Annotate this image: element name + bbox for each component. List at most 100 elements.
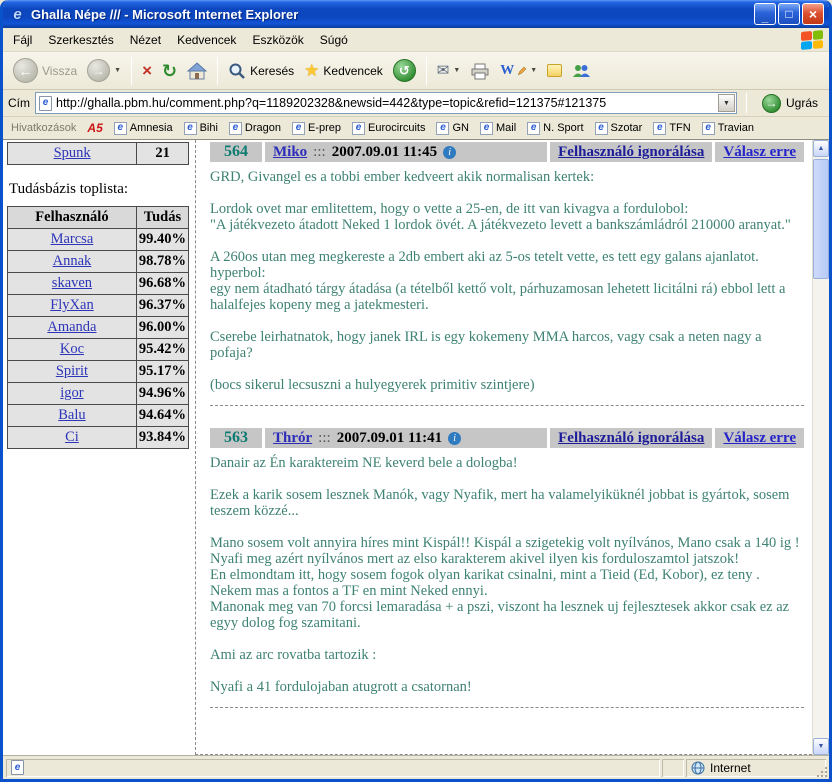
table-row: Balu94.64% xyxy=(8,405,189,427)
reply-link[interactable]: Válasz erre xyxy=(723,144,796,161)
link-item-travian[interactable]: eTravian xyxy=(702,122,754,135)
link-item-dragon[interactable]: eDragon xyxy=(229,122,281,135)
print-button[interactable] xyxy=(466,59,494,83)
scroll-up-button[interactable]: ▲ xyxy=(813,140,829,157)
table-row: Ci93.84% xyxy=(8,427,189,449)
spunk-table: Spunk 21 xyxy=(7,142,189,165)
mail-dropdown-icon[interactable]: ▼ xyxy=(453,67,460,74)
post-number: 564 xyxy=(210,142,262,162)
link-item-a5[interactable]: A5 xyxy=(87,121,102,135)
menu-tools[interactable]: Eszközök xyxy=(244,29,311,51)
user-link[interactable]: igor xyxy=(60,385,83,401)
scrollbar-track[interactable] xyxy=(813,157,829,738)
menu-file[interactable]: Fájl xyxy=(5,29,40,51)
user-link[interactable]: Marcsa xyxy=(51,231,94,247)
user-link[interactable]: FlyXan xyxy=(50,297,94,313)
close-button[interactable]: × xyxy=(802,3,824,25)
windows-logo-icon xyxy=(801,30,823,50)
author-separator: ::: xyxy=(318,430,331,447)
favorites-button[interactable]: ★ Kedvencek xyxy=(300,59,387,82)
address-input[interactable] xyxy=(56,96,714,110)
post-author-link[interactable]: Thrór xyxy=(273,430,312,447)
reply-link[interactable]: Válasz erre xyxy=(723,430,796,447)
post-datetime: 2007.09.01 11:41 xyxy=(337,430,442,447)
reply-cell: Válasz erre xyxy=(715,428,804,448)
menu-view[interactable]: Nézet xyxy=(122,29,169,51)
link-item-eprep[interactable]: eE-prep xyxy=(292,122,341,135)
link-item-tfn[interactable]: eTFN xyxy=(653,122,690,135)
toplist-title: Tudásbázis toplista: xyxy=(9,181,193,198)
link-item-bihi[interactable]: eBihi xyxy=(184,122,218,135)
column-header-user: Felhasználó xyxy=(8,207,137,229)
user-link[interactable]: Amanda xyxy=(47,319,96,335)
table-row: Annak98.78% xyxy=(8,251,189,273)
forward-icon: → xyxy=(87,59,110,82)
go-button[interactable]: → Ugrás xyxy=(756,93,824,114)
user-link[interactable]: skaven xyxy=(52,275,92,291)
post-author-link[interactable]: Miko xyxy=(273,144,307,161)
history-button[interactable]: ↺ xyxy=(389,56,420,85)
toolbar-separator xyxy=(746,93,747,113)
document-icon: e xyxy=(11,760,24,775)
messenger-icon xyxy=(572,63,590,79)
link-item-nsport[interactable]: eN. Sport xyxy=(527,122,583,135)
link-favicon-icon: e xyxy=(702,122,715,135)
messenger-button[interactable] xyxy=(568,60,594,82)
mail-icon: ✉ xyxy=(437,63,450,78)
minimize-button[interactable]: _ xyxy=(754,3,776,25)
link-item-amnesia[interactable]: eAmnesia xyxy=(114,122,173,135)
user-link[interactable]: Ci xyxy=(65,429,79,445)
print-icon xyxy=(470,62,490,80)
discuss-button[interactable] xyxy=(543,61,566,80)
resize-grip[interactable] xyxy=(814,764,827,777)
back-button[interactable]: ← Vissza xyxy=(9,55,81,86)
table-header-row: Felhasználó Tudás xyxy=(8,207,189,229)
go-icon: → xyxy=(762,94,781,113)
menu-edit[interactable]: Szerkesztés xyxy=(40,29,121,51)
pencil-icon xyxy=(518,67,526,75)
address-field[interactable]: e ▼ xyxy=(35,92,737,114)
table-row: Marcsa99.40% xyxy=(8,229,189,251)
scroll-down-button[interactable]: ▼ xyxy=(813,738,829,755)
menu-help[interactable]: Súgó xyxy=(312,29,356,51)
link-item-gn[interactable]: eGN xyxy=(436,122,469,135)
mail-button[interactable]: ✉ ▼ xyxy=(433,60,465,81)
user-link[interactable]: Koc xyxy=(60,341,84,357)
search-button[interactable]: Keresés xyxy=(224,59,298,83)
address-dropdown-button[interactable]: ▼ xyxy=(718,94,735,112)
link-item-szotar[interactable]: eSzotar xyxy=(595,122,643,135)
user-link[interactable]: Spirit xyxy=(56,363,88,379)
table-row: igor94.96% xyxy=(8,383,189,405)
vertical-scrollbar[interactable]: ▲ ▼ xyxy=(812,140,829,755)
info-icon[interactable]: i xyxy=(448,432,461,445)
edit-button[interactable]: W ▼ xyxy=(496,61,541,81)
link-item-eurocircuits[interactable]: eEurocircuits xyxy=(352,122,425,135)
forward-dropdown-icon[interactable]: ▼ xyxy=(114,67,121,74)
forward-button[interactable]: → ▼ xyxy=(83,56,125,85)
user-link-spunk[interactable]: Spunk xyxy=(54,145,91,161)
refresh-button[interactable]: ↻ xyxy=(158,59,181,83)
ignore-user-link[interactable]: Felhasználó ignorálása xyxy=(558,144,704,161)
favorites-star-icon: ★ xyxy=(304,62,319,79)
browser-window: e Ghalla Népe /// - Microsoft Internet E… xyxy=(0,0,832,782)
refresh-icon: ↻ xyxy=(162,62,177,80)
title-bar[interactable]: e Ghalla Népe /// - Microsoft Internet E… xyxy=(3,0,829,28)
table-row: Spunk 21 xyxy=(8,143,189,165)
user-link[interactable]: Annak xyxy=(53,253,92,269)
forum-post-563: 563 Thrór ::: 2007.09.01 11:41 i Felhasz… xyxy=(210,428,804,708)
maximize-button[interactable]: □ xyxy=(778,3,800,25)
scrollbar-thumb[interactable] xyxy=(813,159,829,279)
links-bar: Hivatkozások A5 eAmnesia eBihi eDragon e… xyxy=(3,117,829,140)
user-link[interactable]: Balu xyxy=(58,407,85,423)
ignore-user-link[interactable]: Felhasználó ignorálása xyxy=(558,430,704,447)
menu-favorites[interactable]: Kedvencek xyxy=(169,29,244,51)
stop-button[interactable]: × xyxy=(138,59,156,82)
info-icon[interactable]: i xyxy=(443,146,456,159)
column-header-value: Tudás xyxy=(136,207,188,229)
posts-area: 564 Miko ::: 2007.09.01 11:45 i Felhaszn… xyxy=(195,140,812,755)
edit-dropdown-icon[interactable]: ▼ xyxy=(530,67,537,74)
toolbar-separator xyxy=(131,57,132,85)
link-item-mail[interactable]: eMail xyxy=(480,122,516,135)
toplist-table: Felhasználó Tudás Marcsa99.40% Annak98.7… xyxy=(7,206,189,449)
home-button[interactable] xyxy=(183,59,211,83)
